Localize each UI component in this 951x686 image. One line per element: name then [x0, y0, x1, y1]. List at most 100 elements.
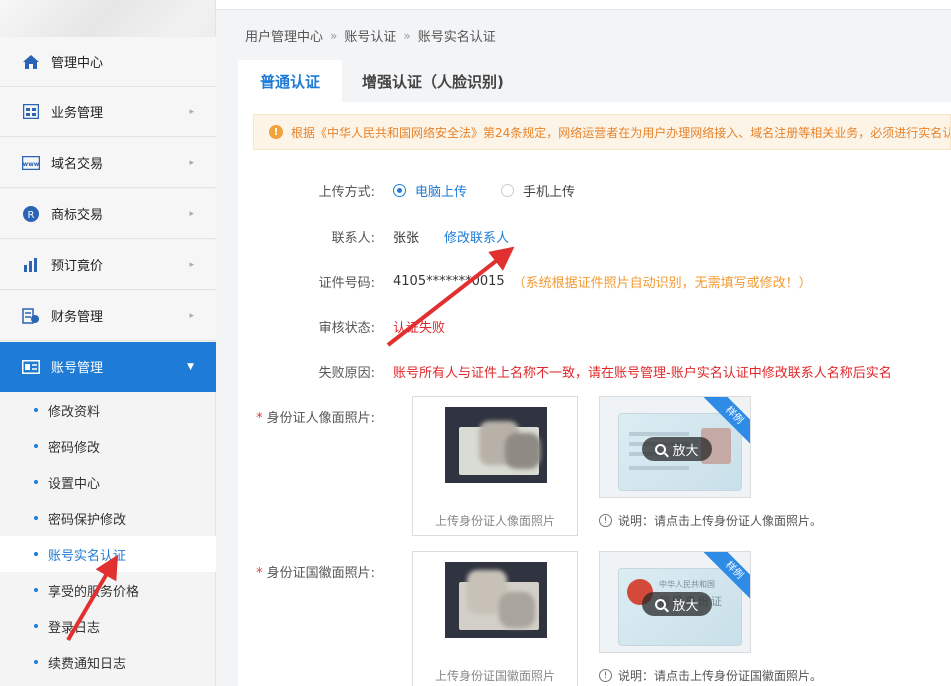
submenu-item-service-price[interactable]: 享受的服务价格: [0, 572, 216, 608]
review-status-label: 审核状态:: [318, 320, 375, 336]
front-photo-label-text: 身份证人像面照片:: [266, 410, 375, 426]
finance-icon: [22, 307, 40, 325]
id-number-value: 4105*******0015: [393, 273, 505, 289]
notice-banner: ! 根据《中华人民共和国网络安全法》第24条规定，网络运营者在为用户办理网络接入…: [253, 114, 951, 150]
fail-reason-row: 失败原因: 账号所有人与证件上名称不一致，请在账号管理-账户实名认证中修改联系人…: [238, 361, 951, 381]
contact-label: 联系人:: [331, 230, 375, 246]
bullet-dot: [34, 444, 38, 448]
submenu-item-edit-profile[interactable]: 修改资料: [0, 392, 216, 428]
submenu-item-label: 享受的服务价格: [48, 584, 140, 600]
svg-text:www: www: [23, 161, 40, 168]
front-photo-label: * 身份证人像面照片:: [238, 407, 393, 426]
required-mark: *: [256, 410, 263, 426]
front-photo-note: ! 说明：请点击上传身份证人像面照片。: [599, 512, 822, 529]
submenu-item-label: 续费通知日志: [48, 656, 127, 672]
front-photo-row: * 身份证人像面照片:: [238, 406, 393, 426]
front-photo-sample: 样例 放大: [599, 396, 751, 498]
zoom-label: 放大: [672, 598, 699, 614]
top-bar: [216, 0, 951, 10]
breadcrumb-item-realname-auth: 账号实名认证: [417, 30, 496, 45]
magnifier-icon: [655, 598, 667, 610]
note-text: 说明：请点击上传身份证人像面照片。: [618, 514, 823, 528]
submenu-item-label: 设置中心: [48, 476, 101, 492]
uploaded-photo-thumbnail: [445, 562, 547, 638]
id-number-label: 证件号码:: [318, 275, 375, 291]
submenu-item-change-password[interactable]: 密码修改: [0, 428, 216, 464]
front-photo-upload[interactable]: 上传身份证人像面照片: [412, 396, 578, 536]
edit-contact-link[interactable]: 修改联系人: [444, 227, 509, 246]
review-status-value: 认证失败: [393, 320, 446, 336]
svg-text:R: R: [28, 210, 35, 221]
breadcrumb-item-user-center[interactable]: 用户管理中心: [245, 26, 323, 45]
sidebar-item-bidding[interactable]: 预订竟价 ▸: [0, 240, 216, 290]
magnifier-icon: [655, 443, 667, 455]
sidebar-item-label: 管理中心: [51, 56, 104, 71]
tab-bar: 普通认证 增强认证（人脸识别): [238, 60, 951, 102]
sidebar: 管理中心 业务管理 ▸ www 域名交易 ▸ R 商标交易 ▸ 预订竟价 ▸ 财…: [0, 0, 216, 686]
info-icon: !: [599, 514, 612, 527]
radio-computer-upload[interactable]: 电脑上传: [393, 181, 467, 200]
sidebar-item-management-center[interactable]: 管理中心: [0, 37, 216, 87]
home-icon: [22, 53, 40, 71]
zoom-label: 放大: [672, 443, 699, 459]
sidebar-item-label: 域名交易: [51, 157, 104, 172]
chevron-down-icon: ▼: [187, 361, 194, 372]
review-status-row: 审核状态: 认证失败: [238, 316, 445, 336]
uploaded-photo-thumbnail: [445, 407, 547, 483]
sidebar-item-label: 账号管理: [51, 361, 104, 376]
upload-label: 上传身份证人像面照片: [434, 514, 555, 528]
submenu-item-label: 修改资料: [48, 404, 101, 420]
chevron-right-icon: ▸: [189, 106, 194, 117]
submenu-item-password-protection[interactable]: 密码保护修改: [0, 500, 216, 536]
radio-circle: [393, 183, 406, 197]
id-number-hint: （系统根据证件照片自动识别，无需填写或修改！）: [512, 275, 812, 291]
upload-method-label: 上传方式:: [318, 184, 375, 200]
upload-method-row: 上传方式: 电脑上传 手机上传: [238, 180, 609, 200]
submenu-item-label: 账号实名认证: [48, 548, 127, 564]
sidebar-item-label: 财务管理: [51, 310, 104, 325]
submenu-item-renewal-log[interactable]: 续费通知日志: [0, 644, 216, 680]
sidebar-item-label: 商标交易: [51, 208, 104, 223]
submenu-item-realname-auth[interactable]: 账号实名认证: [0, 536, 216, 572]
sidebar-item-label: 预订竟价: [51, 259, 104, 274]
submenu-item-login-log[interactable]: 登录日志: [0, 608, 216, 644]
submenu-item-label: 密码修改: [48, 440, 101, 456]
sidebar-item-finance[interactable]: 财务管理 ▸: [0, 291, 216, 341]
bullet-dot: [34, 552, 38, 556]
upload-label: 上传身份证国徽面照片: [434, 669, 555, 683]
grid-icon: [22, 103, 40, 121]
sidebar-item-account[interactable]: 账号管理 ▼: [0, 342, 216, 392]
note-text: 说明：请点击上传身份证国徽面照片。: [618, 669, 823, 683]
fail-reason-value: 账号所有人与证件上名称不一致，请在账号管理-账户实名认证中修改联系人名称后实名: [393, 365, 892, 381]
submenu-item-label: 密码保护修改: [48, 512, 127, 528]
submenu-item-settings[interactable]: 设置中心: [0, 464, 216, 500]
bar-chart-icon: [22, 256, 40, 274]
breadcrumb-item-account-auth[interactable]: 账号认证: [344, 26, 396, 45]
main-panel: 普通认证 增强认证（人脸识别) ! 根据《中华人民共和国网络安全法》第24条规定…: [238, 60, 951, 686]
bullet-dot: [34, 624, 38, 628]
bullet-dot: [34, 588, 38, 592]
sidebar-item-trademark-trade[interactable]: R 商标交易 ▸: [0, 189, 216, 239]
sidebar-item-business[interactable]: 业务管理 ▸: [0, 87, 216, 137]
trademark-r-icon: R: [22, 205, 40, 223]
warning-icon: !: [269, 125, 283, 139]
submenu-item-label: 登录日志: [48, 620, 101, 636]
breadcrumb: 用户管理中心 » 账号认证 » 账号实名认证: [245, 26, 496, 46]
bullet-dot: [34, 480, 38, 484]
back-photo-label: * 身份证国徽面照片:: [238, 562, 393, 581]
notice-text: 根据《中华人民共和国网络安全法》第24条规定，网络运营者在为用户办理网络接入、域…: [291, 125, 951, 140]
back-photo-note: ! 说明：请点击上传身份证国徽面照片。: [599, 667, 822, 684]
sidebar-item-domain-trade[interactable]: www 域名交易 ▸: [0, 138, 216, 188]
radio-mobile-upload[interactable]: 手机上传: [501, 181, 575, 200]
zoom-button[interactable]: 放大: [642, 592, 712, 616]
chevron-right-icon: ▸: [189, 310, 194, 321]
zoom-button[interactable]: 放大: [642, 437, 712, 461]
back-photo-row: * 身份证国徽面照片:: [238, 561, 393, 581]
contact-row: 联系人: 张张 修改联系人: [238, 226, 509, 246]
tab-standard-auth[interactable]: 普通认证: [238, 60, 342, 102]
chevron-right-icon: ▸: [189, 208, 194, 219]
bullet-dot: [34, 516, 38, 520]
id-card-icon: [22, 358, 40, 376]
back-photo-upload[interactable]: 上传身份证国徽面照片: [412, 551, 578, 686]
tab-enhanced-auth[interactable]: 增强认证（人脸识别): [362, 60, 504, 102]
